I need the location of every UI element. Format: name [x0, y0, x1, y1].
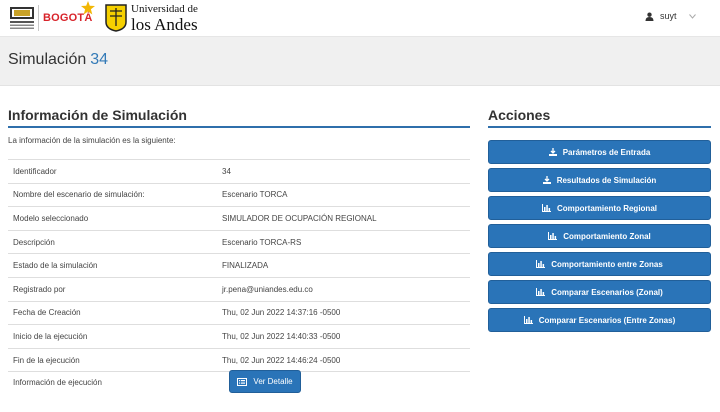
resultados-simulacion-button[interactable]: Resultados de Simulación	[488, 168, 711, 192]
alcaldia-logo	[10, 7, 34, 29]
bar-chart-icon	[548, 232, 558, 240]
row-value: Thu, 02 Jun 2022 14:40:33 -0500	[222, 324, 470, 349]
row-value: jr.pena@uniandes.edu.co	[222, 276, 470, 302]
table-row: Descripción Escenario TORCA-RS	[8, 229, 470, 254]
row-value: Escenario TORCA-RS	[222, 229, 470, 254]
row-label: Identificador	[8, 159, 222, 184]
info-intro: La información de la simulación es la si…	[8, 136, 176, 145]
comportamiento-zonal-button[interactable]: Comportamiento Zonal	[488, 224, 711, 248]
table-row: Inicio de la ejecución Thu, 02 Jun 2022 …	[8, 324, 470, 349]
row-value: 34	[222, 159, 470, 184]
uniandes-logo: Universidad de los Andes	[105, 2, 198, 34]
actions-heading: Acciones	[488, 107, 551, 123]
row-value: SIMULADOR DE OCUPACIÓN REGIONAL	[222, 206, 470, 231]
comparar-escenarios-zonal-button[interactable]: Comparar Escenarios (Zonal)	[488, 280, 711, 304]
row-value: Escenario TORCA	[222, 182, 470, 207]
bar-chart-icon	[541, 204, 551, 212]
user-icon	[645, 12, 654, 21]
page-title: Simulación 34	[8, 51, 108, 69]
row-value: FINALIZADA	[222, 253, 470, 278]
bar-chart-icon	[536, 288, 546, 296]
ver-detalle-label: Ver Detalle	[253, 377, 293, 386]
page-title-band: Simulación 34	[0, 37, 720, 86]
bar-chart-icon	[536, 260, 546, 268]
page-title-text: Simulación	[8, 51, 87, 68]
row-label: Inicio de la ejecución	[8, 324, 222, 349]
list-alt-icon	[237, 377, 248, 386]
parametros-entrada-button[interactable]: Parámetros de Entrada	[488, 140, 711, 164]
row-label: Estado de la simulación	[8, 253, 222, 278]
info-heading-rule	[8, 126, 470, 128]
download-icon	[542, 176, 551, 184]
action-label: Comparar Escenarios (Zonal)	[551, 287, 663, 297]
user-name: suyt	[660, 11, 677, 21]
star-icon	[81, 1, 95, 15]
ver-detalle-button[interactable]: Ver Detalle	[229, 370, 301, 393]
row-value: Thu, 02 Jun 2022 14:37:16 -0500	[222, 300, 470, 325]
comportamiento-entre-zonas-button[interactable]: Comportamiento entre Zonas	[488, 252, 711, 276]
action-label: Resultados de Simulación	[556, 175, 657, 185]
download-icon	[548, 148, 557, 156]
table-row: Estado de la simulación FINALIZADA	[8, 253, 470, 278]
table-row: Registrado por jr.pena@uniandes.edu.co	[8, 276, 470, 302]
uniandes-logo-line1: Universidad de	[131, 2, 198, 15]
top-navbar: BOGOTÁ Universidad de los Andes suyt	[0, 0, 720, 37]
table-row: Identificador 34	[8, 159, 470, 184]
logo-divider	[38, 5, 39, 31]
action-label: Parámetros de Entrada	[562, 147, 651, 157]
bogota-logo: BOGOTÁ	[43, 1, 95, 28]
action-label: Comportamiento entre Zonas	[551, 259, 663, 269]
uniandes-logo-line2: los Andes	[131, 14, 198, 34]
row-label: Modelo seleccionado	[8, 206, 222, 231]
table-row: Modelo seleccionado SIMULADOR DE OCUPACI…	[8, 206, 470, 231]
page-title-number: 34	[90, 51, 109, 68]
action-label: Comportamiento Zonal	[563, 231, 651, 241]
row-label: Fecha de Creación	[8, 300, 222, 325]
row-label: Descripción	[8, 229, 222, 254]
row-label: Información de ejecución	[8, 371, 222, 412]
comportamiento-regional-button[interactable]: Comportamiento Regional	[488, 196, 711, 220]
info-heading: Información de Simulación	[8, 107, 187, 123]
row-label: Registrado por	[8, 276, 222, 302]
action-label: Comparar Escenarios (Entre Zonas)	[538, 315, 676, 325]
row-label: Nombre del escenario de simulación:	[8, 182, 222, 207]
action-label: Comportamiento Regional	[556, 203, 657, 213]
table-row: Nombre del escenario de simulación: Esce…	[8, 182, 470, 207]
user-menu[interactable]: suyt	[645, 11, 696, 21]
comparar-escenarios-entre-zonas-button[interactable]: Comparar Escenarios (Entre Zonas)	[488, 308, 711, 332]
table-row: Fecha de Creación Thu, 02 Jun 2022 14:37…	[8, 300, 470, 325]
actions-heading-rule	[488, 126, 711, 128]
uniandes-seal-icon	[105, 4, 127, 32]
chevron-down-icon	[688, 13, 696, 19]
row-value: Thu, 02 Jun 2022 14:46:24 -0500	[222, 347, 470, 372]
row-label: Fin de la ejecución	[8, 347, 222, 372]
table-row: Fin de la ejecución Thu, 02 Jun 2022 14:…	[8, 347, 470, 372]
bar-chart-icon	[523, 316, 533, 324]
